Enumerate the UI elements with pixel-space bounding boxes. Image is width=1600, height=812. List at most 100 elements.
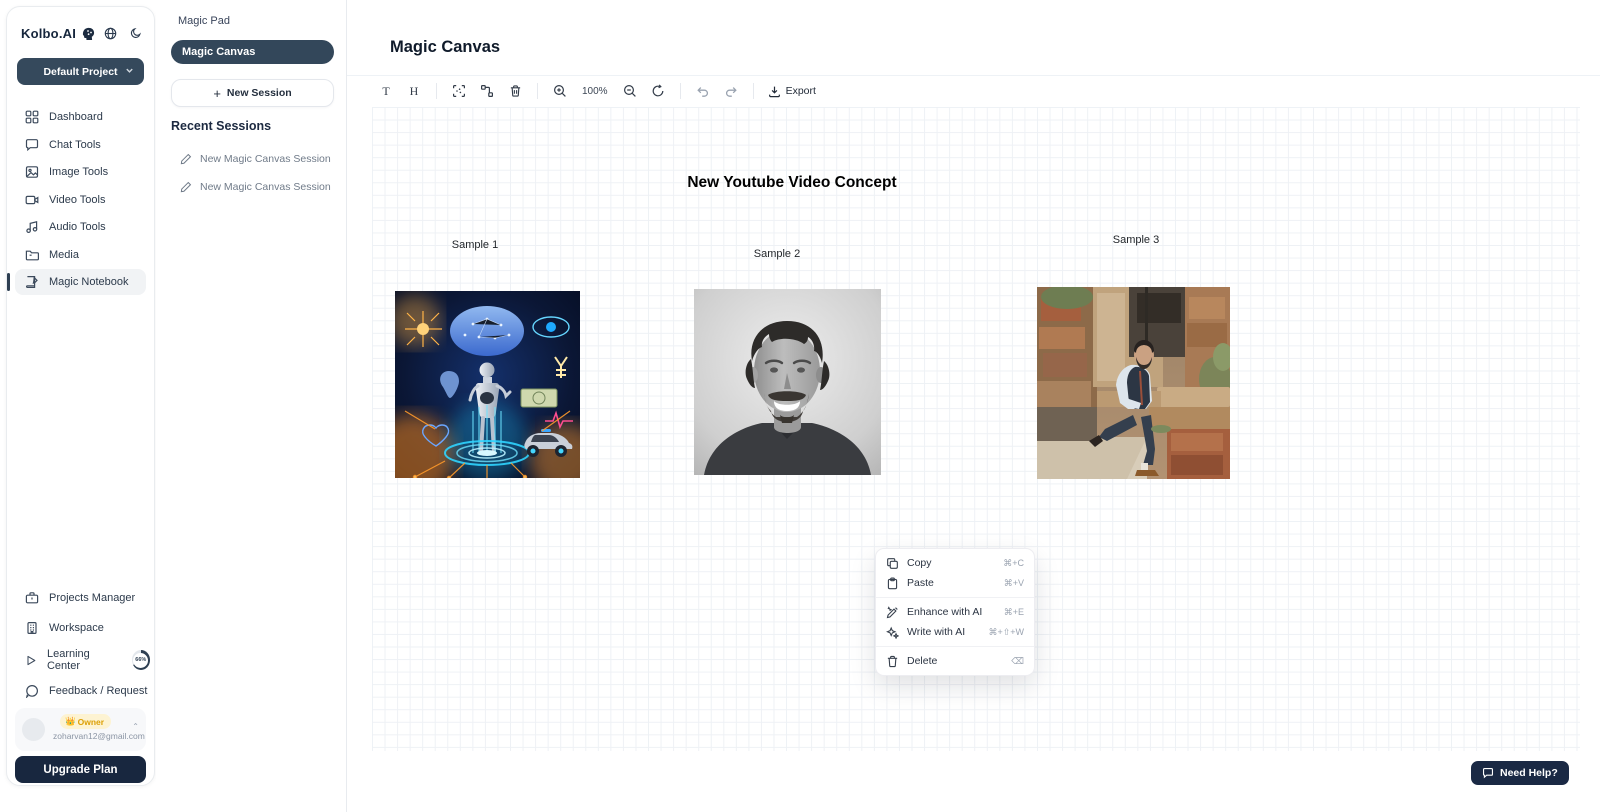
toolbar-divider	[753, 83, 754, 99]
heading-tool-button[interactable]: H	[402, 80, 426, 102]
canvas-heading-text[interactable]: New Youtube Video Concept	[687, 174, 896, 192]
sidebar-item-image-tools[interactable]: Image Tools	[15, 159, 146, 185]
sample-image-3[interactable]	[1037, 287, 1230, 479]
sidebar-item-audio-tools[interactable]: Audio Tools	[15, 214, 146, 240]
shortcut-hint: ⌘+⇧+W	[988, 627, 1024, 638]
building-icon	[25, 621, 39, 635]
context-menu-label: Delete	[907, 655, 1003, 667]
sidebar-item-workspace[interactable]: Workspace	[15, 616, 150, 640]
sidebar-item-media[interactable]: Media	[15, 242, 146, 268]
page-title: Magic Canvas	[390, 38, 500, 57]
context-menu-label: Paste	[907, 577, 996, 589]
sidebar-item-dashboard[interactable]: Dashboard	[15, 104, 146, 130]
session-item-label: New Magic Canvas Session	[200, 181, 331, 193]
sidebar-item-label: Dashboard	[49, 111, 103, 123]
user-email: zoharvan12@gmail.com	[53, 731, 145, 741]
sample-1-label[interactable]: Sample 1	[452, 239, 498, 251]
tab-magic-pad[interactable]: Magic Pad	[178, 15, 230, 27]
toolbar-divider	[680, 83, 681, 99]
sidebar-item-feedback-request[interactable]: Feedback / Request	[15, 679, 150, 703]
language-globe-icon[interactable]	[104, 27, 117, 40]
user-card-caret-icon: ⌃	[132, 722, 139, 731]
connector-tool-button[interactable]	[475, 80, 499, 102]
reset-rotation-button[interactable]	[646, 80, 670, 102]
export-button[interactable]: Export	[764, 85, 820, 98]
shortcut-hint: ⌘+E	[1004, 607, 1024, 618]
sidebar-item-chat-tools[interactable]: Chat Tools	[15, 132, 146, 158]
project-selector-label: Default Project	[43, 66, 117, 78]
sample-2-label[interactable]: Sample 2	[754, 248, 800, 260]
audio-icon	[25, 220, 39, 234]
sidebar-item-label: Workspace	[49, 622, 104, 634]
crown-icon: 👑	[65, 716, 76, 727]
context-menu-item-write-with-ai[interactable]: Write with AI ⌘+⇧+W	[876, 622, 1034, 642]
help-chat-icon	[1482, 767, 1494, 779]
sample-image-2[interactable]	[694, 289, 881, 475]
zoom-in-button[interactable]	[548, 80, 572, 102]
video-icon	[25, 193, 39, 207]
export-label: Export	[786, 85, 816, 97]
context-menu-item-copy[interactable]: Copy ⌘+C	[876, 553, 1034, 573]
learning-progress-ring: 66%	[132, 650, 150, 670]
pencil-icon	[180, 153, 192, 165]
sidebar-item-label: Image Tools	[49, 166, 108, 178]
chat-icon	[25, 138, 39, 152]
upgrade-plan-button[interactable]: Upgrade Plan	[15, 756, 146, 783]
redo-button[interactable]	[719, 80, 743, 102]
sample-3-label[interactable]: Sample 3	[1113, 234, 1159, 246]
sidebar-item-label: Feedback / Request	[49, 685, 147, 697]
paste-icon	[886, 577, 899, 590]
need-help-button[interactable]: Need Help?	[1471, 761, 1569, 785]
ai-select-tool-button[interactable]	[447, 80, 471, 102]
dark-mode-moon-icon[interactable]	[130, 27, 142, 39]
upgrade-plan-label: Upgrade Plan	[43, 764, 117, 776]
sparkles-icon	[886, 626, 899, 639]
owner-role-badge: 👑 Owner	[60, 714, 111, 729]
briefcase-icon	[25, 591, 39, 605]
delete-tool-button[interactable]	[503, 80, 527, 102]
logo-row: Kolbo.AI	[21, 23, 142, 43]
trash-icon	[886, 655, 899, 668]
sidebar-item-label: Magic Notebook	[49, 276, 129, 288]
sidebar-item-projects-manager[interactable]: Projects Manager	[15, 586, 150, 610]
sidebar-item-magic-notebook[interactable]: Magic Notebook	[15, 269, 146, 295]
selected-indicator	[7, 273, 10, 291]
sidebar-item-video-tools[interactable]: Video Tools	[15, 187, 146, 213]
tab-magic-canvas[interactable]: Magic Canvas	[171, 40, 334, 64]
zoom-out-button[interactable]	[618, 80, 642, 102]
context-menu-divider	[876, 646, 1034, 647]
avatar	[22, 718, 45, 741]
chevron-down-icon	[125, 66, 134, 75]
media-folder-icon	[25, 248, 39, 262]
sidebar-item-label: Projects Manager	[49, 592, 135, 604]
project-selector[interactable]: Default Project	[17, 58, 144, 85]
context-menu: Copy ⌘+C Paste ⌘+V Enhance with AI ⌘+E W…	[875, 548, 1035, 676]
canvas-toolbar: T H 100% Export	[347, 75, 1600, 106]
context-menu-item-paste[interactable]: Paste ⌘+V	[876, 573, 1034, 593]
session-list-item[interactable]: New Magic Canvas Session	[180, 151, 338, 167]
zoom-level-value[interactable]: 100%	[576, 86, 614, 97]
text-tool-button[interactable]: T	[374, 80, 398, 102]
copy-icon	[886, 557, 899, 570]
recent-sessions-heading: Recent Sessions	[171, 119, 271, 133]
notebook-icon	[25, 275, 39, 289]
download-icon	[768, 85, 781, 98]
play-icon	[25, 654, 37, 667]
magic-canvas-grid[interactable]: New Youtube Video Concept Sample 1 Sampl…	[372, 107, 1580, 751]
sidebar-item-label: Learning Center	[47, 648, 120, 672]
context-menu-item-enhance-with-ai[interactable]: Enhance with AI ⌘+E	[876, 602, 1034, 622]
sidebar-item-label: Audio Tools	[49, 221, 106, 233]
new-session-button[interactable]: + New Session	[171, 79, 334, 107]
sample-image-1[interactable]	[395, 291, 580, 478]
sidebar-item-learning-center[interactable]: Learning Center 66%	[15, 646, 150, 674]
shortcut-hint: ⌫	[1011, 656, 1024, 667]
context-menu-divider	[876, 597, 1034, 598]
shortcut-hint: ⌘+V	[1004, 578, 1024, 589]
session-list-item[interactable]: New Magic Canvas Session	[180, 179, 338, 195]
magic-pen-icon	[886, 606, 899, 619]
sidebar-item-label: Media	[49, 249, 79, 261]
context-menu-label: Enhance with AI	[907, 606, 996, 618]
undo-button[interactable]	[691, 80, 715, 102]
context-menu-item-delete[interactable]: Delete ⌫	[876, 651, 1034, 671]
user-account-card[interactable]: 👑 Owner zoharvan12@gmail.com ⌃	[15, 708, 146, 751]
